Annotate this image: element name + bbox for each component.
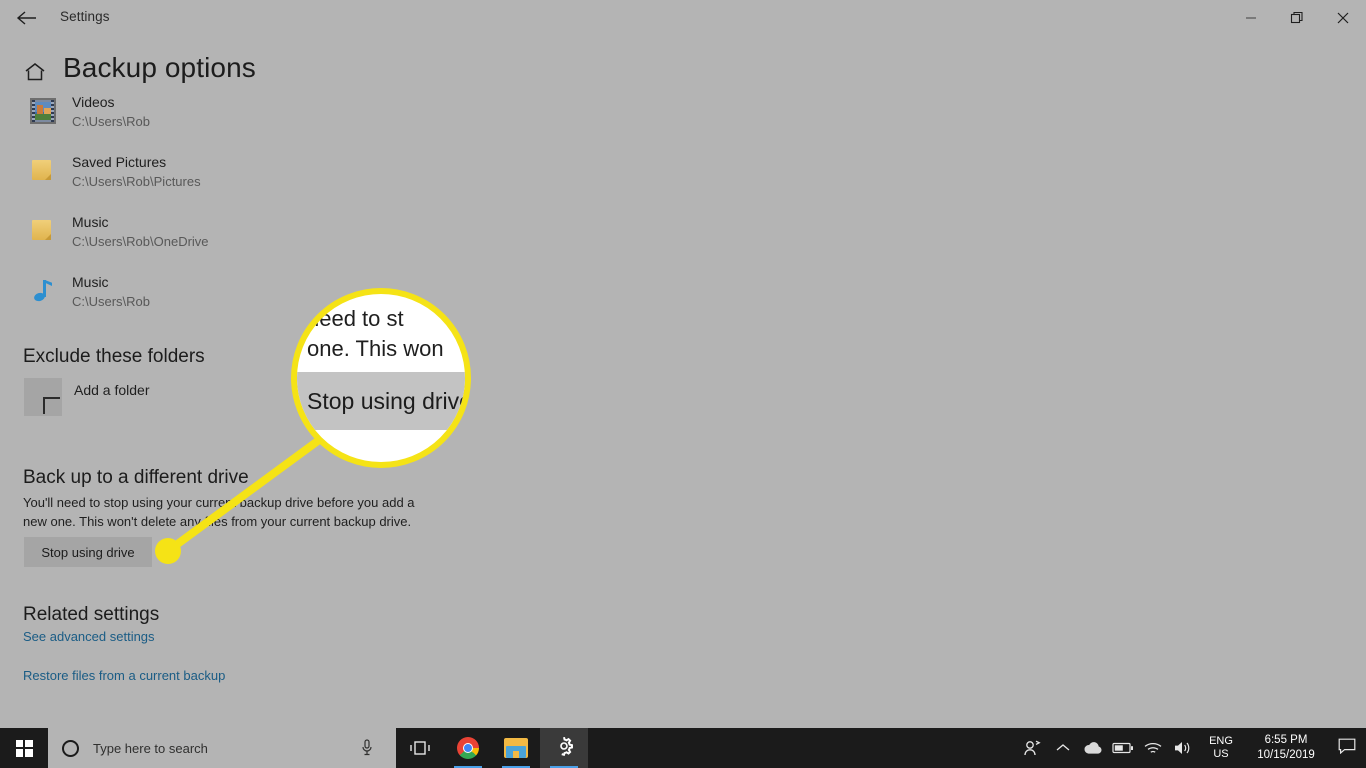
list-item[interactable]: Music C:\Users\Rob\OneDrive bbox=[0, 212, 600, 272]
back-button[interactable] bbox=[8, 2, 46, 34]
language-line2: US bbox=[1213, 748, 1229, 760]
restore-files-link[interactable]: Restore files from a current backup bbox=[23, 668, 225, 683]
list-item[interactable]: Saved Pictures C:\Users\Rob\Pictures bbox=[0, 152, 600, 212]
wifi-icon[interactable] bbox=[1138, 728, 1168, 768]
restore-button[interactable] bbox=[1274, 0, 1320, 36]
folder-name: Music bbox=[72, 274, 109, 290]
music-note-icon bbox=[30, 278, 60, 308]
folder-icon bbox=[30, 158, 60, 188]
magnified-button-label: Stop using drive bbox=[307, 387, 471, 414]
task-view-button[interactable] bbox=[396, 728, 444, 768]
magnified-stop-using-drive-button: Stop using drive bbox=[297, 372, 471, 430]
window-controls bbox=[1228, 0, 1366, 36]
folder-name: Music bbox=[72, 214, 109, 230]
magnified-text-line2: w one. This won bbox=[291, 336, 444, 361]
folder-path: C:\Users\Rob\OneDrive bbox=[72, 234, 209, 249]
stop-using-drive-button[interactable]: Stop using drive bbox=[24, 537, 152, 567]
folder-path: C:\Users\Rob\Pictures bbox=[72, 174, 201, 189]
cloud-icon[interactable] bbox=[1078, 728, 1108, 768]
magnified-text-line1: need to st bbox=[307, 306, 404, 331]
settings-taskbar-button[interactable] bbox=[540, 728, 588, 768]
folder-icon bbox=[30, 218, 60, 248]
search-placeholder: Type here to search bbox=[93, 740, 208, 756]
magnifier-callout: need to st w one. This won Stop using dr… bbox=[291, 288, 471, 468]
different-drive-heading: Back up to a different drive bbox=[23, 467, 249, 488]
folder-path: C:\Users\Rob bbox=[72, 294, 151, 309]
action-center-icon bbox=[1338, 738, 1356, 759]
settings-titlebar: Settings bbox=[0, 0, 1366, 36]
folder-path: C:\Users\Rob bbox=[72, 114, 151, 129]
clock-date: 10/15/2019 bbox=[1257, 749, 1315, 761]
action-center-button[interactable] bbox=[1328, 728, 1366, 768]
exclude-folders-heading: Exclude these folders bbox=[23, 346, 205, 367]
related-settings-heading: Related settings bbox=[23, 604, 160, 625]
clock[interactable]: 6:55 PM 10/15/2019 bbox=[1244, 733, 1328, 763]
folder-name: Videos bbox=[72, 94, 115, 110]
back-arrow-icon bbox=[16, 10, 38, 26]
people-icon[interactable] bbox=[1018, 728, 1048, 768]
different-drive-body-line2: new one. This won't delete any files fro… bbox=[23, 514, 412, 529]
gear-icon bbox=[552, 734, 576, 763]
add-folder-label: Add a folder bbox=[74, 382, 150, 398]
chevron-up-icon[interactable] bbox=[1048, 728, 1078, 768]
home-icon[interactable] bbox=[23, 60, 47, 84]
battery-icon[interactable] bbox=[1108, 728, 1138, 768]
clock-time: 6:55 PM bbox=[1264, 734, 1308, 746]
see-advanced-settings-link[interactable]: See advanced settings bbox=[23, 629, 155, 644]
start-button[interactable] bbox=[0, 728, 48, 768]
language-indicator[interactable]: ENG US bbox=[1198, 735, 1244, 761]
film-strip-icon bbox=[30, 98, 60, 128]
different-drive-body-line1: You'll need to stop using your current b… bbox=[23, 495, 415, 510]
microphone-icon[interactable] bbox=[360, 739, 374, 762]
system-tray: ENG US 6:55 PM 10/15/2019 bbox=[1018, 728, 1366, 768]
chrome-taskbar-button[interactable] bbox=[444, 728, 492, 768]
file-explorer-icon bbox=[504, 738, 528, 758]
windows-logo-icon bbox=[15, 739, 33, 757]
minimize-button[interactable] bbox=[1228, 0, 1274, 36]
taskbar: Type here to search ENG US 6:55 PM 10/15… bbox=[0, 728, 1366, 768]
page-header: Backup options bbox=[0, 48, 1366, 98]
window-title: Settings bbox=[60, 9, 110, 24]
page-title: Backup options bbox=[63, 52, 256, 83]
search-circle-icon bbox=[62, 739, 79, 757]
language-line1: ENG bbox=[1209, 735, 1233, 747]
list-item[interactable]: Videos C:\Users\Rob bbox=[0, 92, 600, 152]
search-input[interactable]: Type here to search bbox=[48, 728, 396, 768]
desktop: Settings Backup options Videos C:\Users\… bbox=[0, 0, 1366, 768]
speaker-icon[interactable] bbox=[1168, 728, 1198, 768]
close-button[interactable] bbox=[1320, 0, 1366, 36]
chrome-icon bbox=[457, 737, 479, 759]
add-folder-button[interactable] bbox=[24, 378, 62, 416]
file-explorer-taskbar-button[interactable] bbox=[492, 728, 540, 768]
folder-name: Saved Pictures bbox=[72, 154, 167, 170]
